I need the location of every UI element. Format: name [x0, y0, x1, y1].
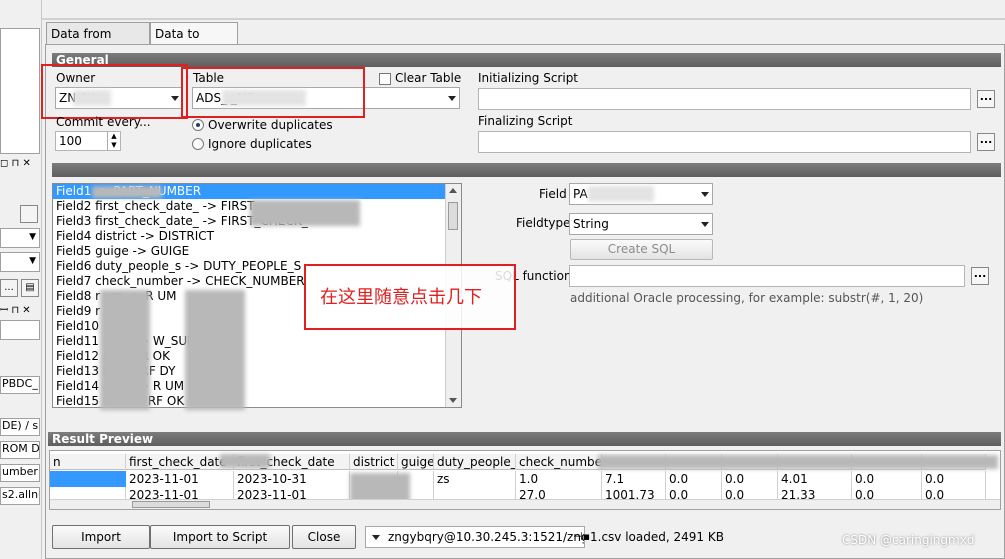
left-pane-pin-row: ◻ ⊓ ✕: [0, 158, 31, 169]
finalizing-script-browse-button[interactable]: ...: [977, 133, 995, 151]
spinner-up-icon[interactable]: ▲: [107, 132, 120, 141]
list-item[interactable]: Field4 district -> DISTRICT: [53, 229, 461, 244]
overwrite-duplicates-label: Overwrite duplicates: [208, 118, 333, 132]
clear-table-checkbox[interactable]: [379, 73, 391, 85]
table-cell: 4.01: [778, 471, 852, 487]
commit-every-spinner[interactable]: 100 ▲ ▼: [55, 131, 121, 151]
chevron-down-icon: [701, 192, 709, 197]
sql-function-input[interactable]: [569, 265, 965, 287]
redaction-blur: [598, 455, 998, 469]
redaction-blur: [92, 186, 162, 198]
scroll-up-icon[interactable]: [449, 188, 457, 193]
clear-table-label: Clear Table: [395, 71, 462, 85]
table-cell: 0.0: [722, 471, 778, 487]
annotation-red-box: [181, 67, 365, 118]
left-pane-pin-row-2: ꟷ ⊓ ✕: [0, 302, 31, 316]
scrollbar-thumb[interactable]: [132, 501, 210, 508]
redaction-blur: [100, 290, 150, 410]
initializing-script-browse-button[interactable]: ...: [977, 90, 995, 108]
initializing-script-label: Initializing Script: [478, 71, 579, 85]
finalizing-script-input[interactable]: [478, 131, 971, 153]
result-preview-header: Result Preview: [48, 432, 1001, 446]
left-pane-dots-button[interactable]: ...: [0, 279, 18, 297]
left-pane-combo-1[interactable]: ▼: [0, 228, 40, 248]
list-item[interactable]: Field5 guige -> GUIGE: [53, 244, 461, 259]
ignore-duplicates-label: Ignore duplicates: [208, 137, 312, 151]
redaction-blur: [185, 290, 245, 410]
left-pane-spinner[interactable]: [0, 320, 40, 340]
chevron-down-icon: [448, 96, 456, 101]
finalizing-script-label: Finalizing Script: [478, 114, 573, 128]
table-cell: 0.0: [922, 471, 986, 487]
top-divider: [42, 18, 1005, 20]
redaction-blur: [220, 454, 270, 468]
chevron-down-icon: [372, 535, 380, 540]
initializing-script-input[interactable]: [478, 88, 971, 110]
left-pane-item[interactable]: ROM DU: [0, 441, 40, 459]
column-header[interactable]: duty_people_s: [434, 454, 516, 470]
annotation-text: 在这里随意点击几下: [320, 287, 482, 308]
left-pane-strip: ◻ ⊓ ✕ ▼ ▼ ... ▤ ꟷ ⊓ ✕ PBDC_B DE) / s2. R…: [0, 0, 42, 559]
left-pane-item[interactable]: DE) / s2.: [0, 418, 40, 436]
chevron-down-icon: [701, 222, 709, 227]
connection-select[interactable]: zngybqry@10.30.245.3:1521/zngyb: [365, 526, 585, 548]
table-cell: 1.0: [516, 471, 602, 487]
import-button[interactable]: Import: [52, 525, 150, 549]
annotation-callout: 在这里随意点击几下: [304, 264, 516, 330]
commit-every-value: 100: [59, 134, 82, 148]
sql-function-browse-button[interactable]: ...: [971, 267, 989, 285]
left-pane-item[interactable]: PBDC_B: [0, 376, 40, 394]
table-row[interactable]: 2023-11-01 2023-10-31 zs 1.0 7.1 0.0 0.0…: [50, 471, 1000, 487]
preview-horizontal-scrollbar[interactable]: [50, 499, 1000, 509]
table-cell: 0.0: [666, 471, 722, 487]
sql-function-hint: additional Oracle processing, for exampl…: [570, 291, 924, 305]
mapping-section-header: [52, 163, 1001, 177]
fieldtype-value: String: [573, 217, 609, 231]
field-label: Field: [539, 187, 567, 201]
fieldtype-select[interactable]: String: [569, 213, 713, 235]
left-pane-item[interactable]: umber: [0, 464, 40, 482]
redaction-blur: [250, 200, 360, 226]
column-header[interactable]: district: [350, 454, 398, 470]
watermark-text: CSDN @caringingmxd: [842, 533, 975, 547]
general-section-header: General: [52, 53, 1001, 67]
left-pane-combo-2[interactable]: ▼: [0, 252, 40, 272]
connection-value: zngybqry@10.30.245.3:1521/zngyb: [388, 530, 585, 544]
field-value: PA: [573, 187, 588, 201]
column-header[interactable]: check_number: [516, 454, 602, 470]
column-header[interactable]: guige: [398, 454, 434, 470]
status-text: 1.csv loaded, 2491 KB: [590, 530, 724, 544]
create-sql-button[interactable]: Create SQL: [570, 239, 713, 260]
ignore-duplicates-radio[interactable]: [192, 138, 204, 150]
column-header[interactable]: n: [50, 454, 126, 470]
annotation-red-box: [41, 64, 188, 119]
spinner-down-icon[interactable]: ▼: [107, 141, 120, 150]
pin-icon[interactable]: ◻ ⊓ ✕: [0, 158, 31, 169]
close-button[interactable]: Close: [292, 525, 356, 549]
tab-data-to-oracle[interactable]: Data to Oracle: [150, 22, 238, 63]
table-cell: 2023-10-31: [234, 471, 350, 487]
tab-data-from-textfile[interactable]: Data from Textfile: [46, 22, 150, 63]
left-pane-doc-icon[interactable]: ▤: [21, 279, 39, 297]
table-cell: 2023-11-01: [126, 471, 234, 487]
import-to-script-button[interactable]: Import to Script: [150, 525, 290, 549]
left-pane-square-button[interactable]: [20, 205, 38, 223]
scroll-down-icon[interactable]: [449, 398, 457, 403]
commit-every-label: Commit every...: [56, 115, 151, 129]
overwrite-duplicates-radio[interactable]: [192, 119, 204, 131]
pin-icon[interactable]: ꟷ ⊓ ✕: [0, 305, 31, 316]
left-pane-list[interactable]: [0, 28, 40, 154]
table-cell: zs: [434, 471, 516, 487]
plug-icon: ⊣▪: [573, 530, 591, 543]
fieldtype-label: Fieldtype: [516, 216, 571, 230]
redaction-blur: [588, 186, 654, 202]
table-cell: 0.0: [852, 471, 922, 487]
result-preview-table[interactable]: n first_check_date first_check_date dist…: [49, 450, 1001, 510]
column-header[interactable]: first_check_date: [126, 454, 234, 470]
scrollbar-thumb[interactable]: [448, 202, 458, 230]
left-pane-item[interactable]: s2.allnu: [0, 487, 40, 505]
table-cell: 7.1: [602, 471, 666, 487]
selected-cell-highlight: [50, 471, 126, 487]
